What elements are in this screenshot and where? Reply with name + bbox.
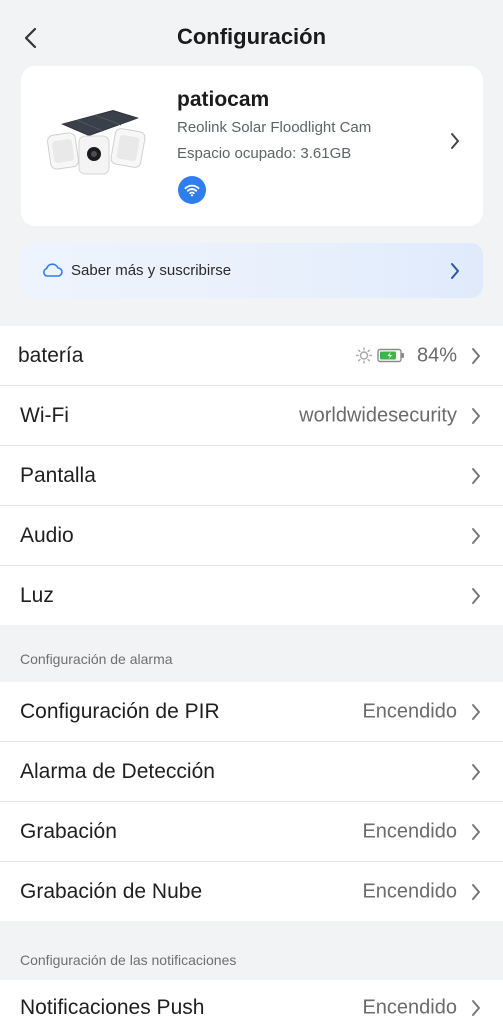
notifications-section-title: Configuración de las notificaciones	[20, 952, 237, 968]
chevron-right-icon	[451, 263, 459, 279]
battery-charging-icon	[377, 348, 404, 363]
audio-row[interactable]: Audio	[0, 506, 503, 566]
wifi-icon	[184, 184, 200, 197]
chevron-right-icon	[472, 407, 480, 424]
subscribe-banner[interactable]: Saber más y suscribirse	[21, 243, 483, 298]
cloud-icon	[43, 263, 63, 277]
chevron-right-icon	[472, 467, 480, 484]
cloud-recording-label: Grabación de Nube	[20, 879, 203, 903]
chevron-right-icon	[472, 763, 480, 780]
camera-image	[47, 110, 146, 175]
display-label: Pantalla	[20, 463, 96, 487]
chevron-right-icon	[472, 883, 480, 900]
sun-icon	[355, 347, 373, 364]
detection-alarm-row[interactable]: Alarma de Detección	[0, 742, 503, 802]
display-row[interactable]: Pantalla	[0, 446, 503, 506]
subscribe-label: Saber más y suscribirse	[71, 262, 232, 279]
recording-row[interactable]: Grabación Encendido	[0, 802, 503, 862]
cloud-recording-row[interactable]: Grabación de Nube Encendido	[0, 862, 503, 921]
battery-row[interactable]: batería 84%	[0, 326, 503, 386]
header: Configuración	[0, 0, 503, 72]
alarm-settings-group: Configuración de PIR Encendido Alarma de…	[0, 682, 503, 921]
alarm-section-title: Configuración de alarma	[20, 651, 173, 667]
device-model: Reolink Solar Floodlight Cam	[177, 119, 372, 136]
cloud-recording-status: Encendido	[362, 880, 457, 902]
wifi-network-name: worldwidesecurity	[299, 404, 457, 426]
battery-percentage: 84%	[416, 344, 457, 366]
wifi-row[interactable]: Wi-Fi worldwidesecurity	[0, 386, 503, 446]
battery-status: 84%	[355, 344, 457, 367]
chevron-right-icon	[472, 587, 480, 604]
chevron-right-icon	[472, 1000, 480, 1016]
chevron-right-icon	[472, 823, 480, 840]
chevron-right-icon	[472, 703, 480, 720]
chevron-right-icon	[472, 347, 480, 364]
page-title: Configuración	[176, 24, 327, 49]
device-storage: Espacio ocupado: 3.61GB	[177, 145, 352, 162]
pir-status: Encendido	[362, 700, 457, 722]
device-name: patiocam	[177, 88, 270, 111]
pir-label: Configuración de PIR	[20, 699, 220, 723]
notifications-settings-group: Notificaciones Push Encendido	[0, 980, 503, 1024]
light-row[interactable]: Luz	[0, 566, 503, 625]
audio-label: Audio	[20, 523, 74, 547]
light-label: Luz	[20, 583, 54, 607]
chevron-right-icon	[472, 527, 480, 544]
general-settings-group: batería 84% Wi-Fi worldwidesecurity Pant…	[0, 326, 503, 625]
pir-row[interactable]: Configuración de PIR Encendido	[0, 682, 503, 742]
detection-alarm-label: Alarma de Detección	[20, 759, 215, 783]
device-card[interactable]: patiocam Reolink Solar Floodlight Cam Es…	[21, 66, 483, 226]
recording-status: Encendido	[362, 820, 457, 842]
battery-label: batería	[18, 343, 84, 367]
push-notifications-status: Encendido	[362, 996, 457, 1019]
recording-label: Grabación	[20, 819, 117, 843]
wifi-status-badge	[178, 176, 206, 204]
chevron-right-icon	[451, 133, 459, 149]
push-notifications-label: Notificaciones Push	[20, 996, 205, 1019]
push-notifications-row[interactable]: Notificaciones Push Encendido	[0, 980, 503, 1024]
wifi-label: Wi-Fi	[20, 403, 69, 427]
